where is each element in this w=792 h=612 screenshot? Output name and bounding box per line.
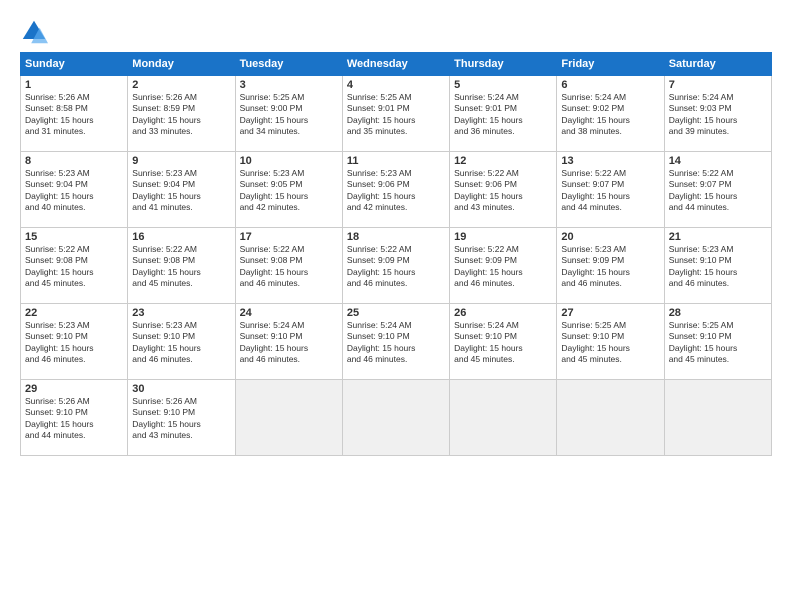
col-header-monday: Monday (128, 53, 235, 76)
col-header-sunday: Sunday (21, 53, 128, 76)
table-row: 22Sunrise: 5:23 AMSunset: 9:10 PMDayligh… (21, 304, 128, 380)
table-row: 10Sunrise: 5:23 AMSunset: 9:05 PMDayligh… (235, 152, 342, 228)
table-row: 20Sunrise: 5:23 AMSunset: 9:09 PMDayligh… (557, 228, 664, 304)
table-row (557, 380, 664, 456)
week-row: 1Sunrise: 5:26 AMSunset: 8:58 PMDaylight… (21, 76, 772, 152)
table-row: 28Sunrise: 5:25 AMSunset: 9:10 PMDayligh… (664, 304, 771, 380)
table-row: 8Sunrise: 5:23 AMSunset: 9:04 PMDaylight… (21, 152, 128, 228)
header (20, 18, 772, 46)
table-row: 18Sunrise: 5:22 AMSunset: 9:09 PMDayligh… (342, 228, 449, 304)
week-row: 29Sunrise: 5:26 AMSunset: 9:10 PMDayligh… (21, 380, 772, 456)
table-row (450, 380, 557, 456)
week-row: 8Sunrise: 5:23 AMSunset: 9:04 PMDaylight… (21, 152, 772, 228)
table-row: 16Sunrise: 5:22 AMSunset: 9:08 PMDayligh… (128, 228, 235, 304)
col-header-saturday: Saturday (664, 53, 771, 76)
week-row: 22Sunrise: 5:23 AMSunset: 9:10 PMDayligh… (21, 304, 772, 380)
table-row: 27Sunrise: 5:25 AMSunset: 9:10 PMDayligh… (557, 304, 664, 380)
table-row: 14Sunrise: 5:22 AMSunset: 9:07 PMDayligh… (664, 152, 771, 228)
logo-icon (20, 18, 48, 46)
table-row: 23Sunrise: 5:23 AMSunset: 9:10 PMDayligh… (128, 304, 235, 380)
table-row: 6Sunrise: 5:24 AMSunset: 9:02 PMDaylight… (557, 76, 664, 152)
table-row: 25Sunrise: 5:24 AMSunset: 9:10 PMDayligh… (342, 304, 449, 380)
table-row: 15Sunrise: 5:22 AMSunset: 9:08 PMDayligh… (21, 228, 128, 304)
table-row: 2Sunrise: 5:26 AMSunset: 8:59 PMDaylight… (128, 76, 235, 152)
week-row: 15Sunrise: 5:22 AMSunset: 9:08 PMDayligh… (21, 228, 772, 304)
table-row: 29Sunrise: 5:26 AMSunset: 9:10 PMDayligh… (21, 380, 128, 456)
table-row: 4Sunrise: 5:25 AMSunset: 9:01 PMDaylight… (342, 76, 449, 152)
table-row: 19Sunrise: 5:22 AMSunset: 9:09 PMDayligh… (450, 228, 557, 304)
table-row: 9Sunrise: 5:23 AMSunset: 9:04 PMDaylight… (128, 152, 235, 228)
page: SundayMondayTuesdayWednesdayThursdayFrid… (0, 0, 792, 612)
table-row: 30Sunrise: 5:26 AMSunset: 9:10 PMDayligh… (128, 380, 235, 456)
table-row: 24Sunrise: 5:24 AMSunset: 9:10 PMDayligh… (235, 304, 342, 380)
table-row: 26Sunrise: 5:24 AMSunset: 9:10 PMDayligh… (450, 304, 557, 380)
table-row: 21Sunrise: 5:23 AMSunset: 9:10 PMDayligh… (664, 228, 771, 304)
table-row: 12Sunrise: 5:22 AMSunset: 9:06 PMDayligh… (450, 152, 557, 228)
col-header-thursday: Thursday (450, 53, 557, 76)
table-row: 3Sunrise: 5:25 AMSunset: 9:00 PMDaylight… (235, 76, 342, 152)
col-header-tuesday: Tuesday (235, 53, 342, 76)
table-row: 5Sunrise: 5:24 AMSunset: 9:01 PMDaylight… (450, 76, 557, 152)
calendar-header-row: SundayMondayTuesdayWednesdayThursdayFrid… (21, 53, 772, 76)
calendar-table: SundayMondayTuesdayWednesdayThursdayFrid… (20, 52, 772, 456)
logo (20, 18, 52, 46)
table-row: 1Sunrise: 5:26 AMSunset: 8:58 PMDaylight… (21, 76, 128, 152)
col-header-wednesday: Wednesday (342, 53, 449, 76)
table-row: 7Sunrise: 5:24 AMSunset: 9:03 PMDaylight… (664, 76, 771, 152)
table-row (342, 380, 449, 456)
table-row: 13Sunrise: 5:22 AMSunset: 9:07 PMDayligh… (557, 152, 664, 228)
table-row: 11Sunrise: 5:23 AMSunset: 9:06 PMDayligh… (342, 152, 449, 228)
table-row (664, 380, 771, 456)
col-header-friday: Friday (557, 53, 664, 76)
table-row (235, 380, 342, 456)
table-row: 17Sunrise: 5:22 AMSunset: 9:08 PMDayligh… (235, 228, 342, 304)
